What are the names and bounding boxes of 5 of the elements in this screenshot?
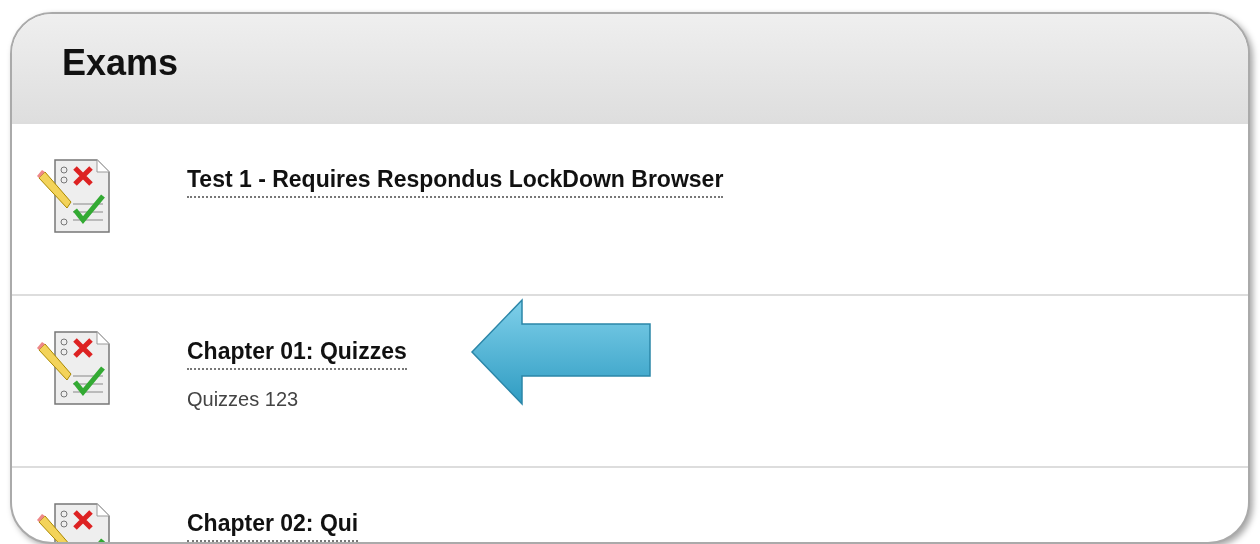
test-link[interactable]: Chapter 02: Qui — [187, 510, 359, 542]
test-link[interactable]: Chapter 01: Quizzes — [187, 338, 407, 370]
test-link[interactable]: Test 1 - Requires Respondus LockDown Browser — [187, 166, 724, 198]
test-description: Quizzes 123 — [187, 388, 299, 411]
section-title: Exams — [62, 42, 179, 84]
